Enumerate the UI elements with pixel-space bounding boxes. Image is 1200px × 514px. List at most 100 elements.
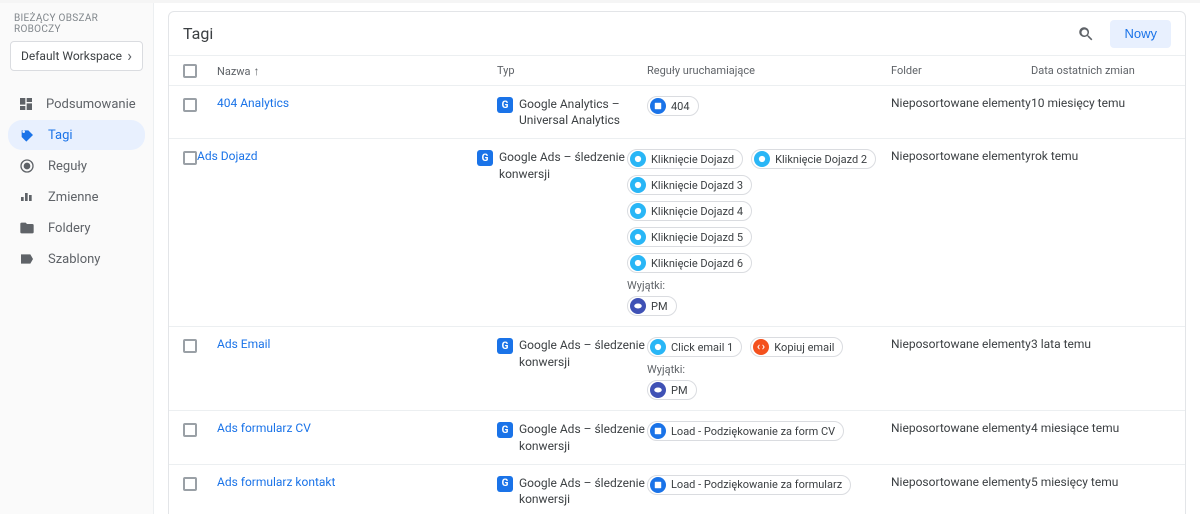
col-header-type[interactable]: Typ xyxy=(497,64,647,77)
page-icon xyxy=(650,423,666,439)
dashboard-icon xyxy=(18,95,34,113)
chip-label: PM xyxy=(651,300,668,313)
trigger-chip[interactable]: Kliknięcie Dojazd xyxy=(627,149,743,169)
page-icon xyxy=(650,98,666,114)
eye-icon xyxy=(630,298,646,314)
sidebar-item-folders[interactable]: Foldery xyxy=(8,213,145,243)
variables-icon xyxy=(18,188,36,206)
table-header: Nazwa↑ Typ Reguły uruchamiające Folder D… xyxy=(169,56,1185,86)
trigger-chip[interactable]: Load - Podziękowanie za form CV xyxy=(647,421,844,441)
trigger-chip[interactable]: PM xyxy=(627,296,677,316)
folder-icon xyxy=(18,219,36,237)
col-header-date[interactable]: Data ostatnich zmian xyxy=(1031,64,1171,77)
workspace-selector[interactable]: Default Workspace › xyxy=(10,41,143,71)
sidebar-item-templates[interactable]: Szablony xyxy=(8,244,145,274)
col-header-folder[interactable]: Folder xyxy=(891,64,1031,77)
select-all-checkbox[interactable] xyxy=(183,64,197,78)
row-checkbox[interactable] xyxy=(183,151,197,165)
click-icon xyxy=(630,203,646,219)
folder-cell: Nieposortowane elementy xyxy=(891,149,1031,163)
tag-name-link[interactable]: 404 Analytics xyxy=(217,96,289,110)
trigger-chip[interactable]: 404 xyxy=(647,96,699,116)
trigger-chip[interactable]: Click email 1 xyxy=(647,337,742,357)
date-cell: 4 miesiące temu xyxy=(1031,421,1171,435)
click-icon xyxy=(630,255,646,271)
date-cell: rok temu xyxy=(1031,149,1171,163)
trigger-chip[interactable]: Load - Podziękowanie za formularz xyxy=(647,475,851,495)
search-icon[interactable] xyxy=(1076,24,1096,44)
content-area: Tagi Nowy Nazwa↑ Typ Reguły uruchamiając… xyxy=(154,3,1200,514)
sidebar-item-label: Tagi xyxy=(48,128,73,143)
sidebar-nav: Podsumowanie Tagi Reguły Zmienne Foldery… xyxy=(0,85,153,274)
trigger-chip[interactable]: Kliknięcie Dojazd 4 xyxy=(627,201,752,221)
chip-label: Kliknięcie Dojazd 4 xyxy=(651,205,743,218)
workspace-section-label: BIEŻĄCY OBSZAR ROBOCZY xyxy=(0,13,153,41)
target-icon xyxy=(18,157,36,175)
chip-label: Kliknięcie Dojazd 2 xyxy=(775,153,867,166)
tag-name-link[interactable]: Ads Email xyxy=(217,337,270,351)
page-icon xyxy=(650,477,666,493)
chip-label: Load - Podziękowanie za form CV xyxy=(671,425,835,438)
click-icon xyxy=(630,229,646,245)
folder-cell: Nieposortowane elementy xyxy=(891,421,1031,435)
sidebar-item-label: Reguły xyxy=(48,159,87,174)
table-row: Ads formularz kontakt G Google Ads – śledz… xyxy=(169,465,1185,514)
table-row: Ads Dojazd G Google Ads – śledzenie konwer… xyxy=(169,139,1185,327)
row-checkbox[interactable] xyxy=(183,423,197,437)
tag-type: Google Ads – śledzenie konwersji xyxy=(519,337,647,369)
sidebar-item-overview[interactable]: Podsumowanie xyxy=(8,89,145,119)
sidebar-item-tags[interactable]: Tagi xyxy=(8,120,145,150)
click-icon xyxy=(650,339,666,355)
type-badge-icon: G xyxy=(477,150,493,166)
tag-type: Google Ads – śledzenie konwersji xyxy=(519,475,647,507)
folder-cell: Nieposortowane elementy xyxy=(891,337,1031,351)
tag-type: Google Ads – śledzenie konwersji xyxy=(499,149,627,181)
template-icon xyxy=(18,250,36,268)
col-header-name[interactable]: Nazwa↑ xyxy=(217,64,497,78)
folder-cell: Nieposortowane elementy xyxy=(891,475,1031,489)
chip-label: Load - Podziękowanie za formularz xyxy=(671,478,842,491)
eye-icon xyxy=(650,382,666,398)
type-badge-icon: G xyxy=(497,338,513,354)
sidebar-item-triggers[interactable]: Reguły xyxy=(8,151,145,181)
tag-type: Google Ads – śledzenie konwersji xyxy=(519,421,647,453)
exceptions-label: Wyjątki: xyxy=(647,363,881,376)
sidebar-item-label: Podsumowanie xyxy=(46,97,136,112)
tag-name-link[interactable]: Ads formularz CV xyxy=(217,421,311,435)
date-cell: 5 miesięcy temu xyxy=(1031,475,1171,489)
table-row: Ads Email G Google Ads – śledzenie konwers… xyxy=(169,327,1185,411)
trigger-chip[interactable]: Kliknięcie Dojazd 6 xyxy=(627,253,752,273)
row-checkbox[interactable] xyxy=(183,477,197,491)
chip-label: 404 xyxy=(671,100,690,113)
trigger-chip[interactable]: Kopiuj email xyxy=(750,337,843,357)
trigger-chip[interactable]: Kliknięcie Dojazd 5 xyxy=(627,227,752,247)
chip-label: Kopiuj email xyxy=(774,341,834,354)
col-header-triggers[interactable]: Reguły uruchamiające xyxy=(647,64,891,77)
sidebar-item-label: Zmienne xyxy=(48,190,99,205)
row-checkbox[interactable] xyxy=(183,339,197,353)
code-icon xyxy=(753,339,769,355)
trigger-chip[interactable]: PM xyxy=(647,380,697,400)
workspace-name: Default Workspace xyxy=(21,49,122,63)
type-badge-icon: G xyxy=(497,422,513,438)
trigger-chip[interactable]: Kliknięcie Dojazd 3 xyxy=(627,175,752,195)
sidebar-item-variables[interactable]: Zmienne xyxy=(8,182,145,212)
sort-asc-icon: ↑ xyxy=(254,64,260,78)
sidebar: BIEŻĄCY OBSZAR ROBOCZY Default Workspace… xyxy=(0,3,154,514)
new-button[interactable]: Nowy xyxy=(1110,20,1171,48)
chevron-right-icon: › xyxy=(127,48,132,64)
exceptions-label: Wyjątki: xyxy=(627,279,881,292)
trigger-chip[interactable]: Kliknięcie Dojazd 2 xyxy=(751,149,876,169)
date-cell: 10 miesięcy temu xyxy=(1031,96,1171,110)
folder-cell: Nieposortowane elementy xyxy=(891,96,1031,110)
table-row: 404 AnalyticsGGoogle Analytics – Univers… xyxy=(169,86,1185,139)
tag-name-link[interactable]: Ads Dojazd xyxy=(197,149,258,163)
click-icon xyxy=(754,151,770,167)
row-checkbox[interactable] xyxy=(183,98,197,112)
tag-name-link[interactable]: Ads formularz kontakt xyxy=(217,475,335,489)
table-row: Ads formularz CV G Google Ads – śledzenie … xyxy=(169,411,1185,464)
chip-label: Kliknięcie Dojazd 6 xyxy=(651,257,743,270)
sidebar-item-label: Foldery xyxy=(48,221,91,236)
chip-label: Click email 1 xyxy=(671,341,733,354)
type-badge-icon: G xyxy=(497,476,513,492)
